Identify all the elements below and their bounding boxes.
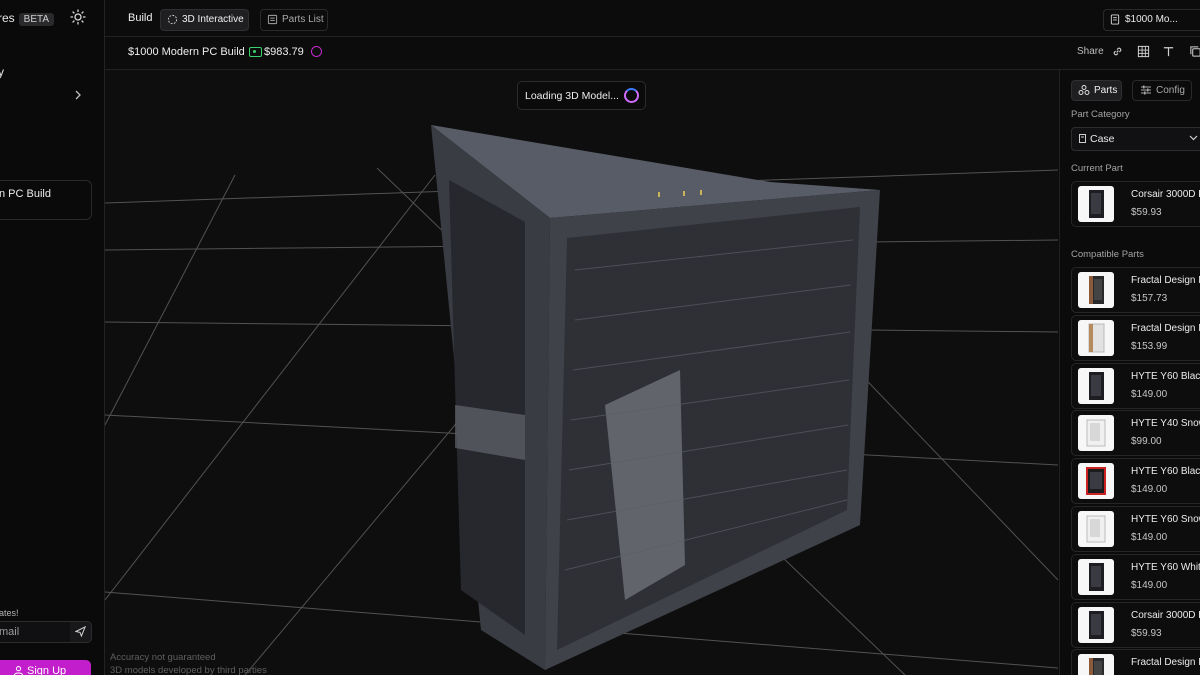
parts-icon <box>1078 85 1090 95</box>
compatible-part-card[interactable]: HYTE Y60 Black $149.00 <box>1071 362 1200 409</box>
part-name: HYTE Y60 White <box>1131 561 1200 573</box>
compatibility-check-icon[interactable] <box>311 46 322 57</box>
case-icon <box>1079 134 1086 143</box>
part-price: $99.00 <box>1131 436 1162 448</box>
part-thumbnail <box>1078 186 1114 222</box>
sign-up-button[interactable]: Sign Up <box>0 660 91 675</box>
part-name: Fractal Design N <box>1131 322 1200 334</box>
updates-label: dates! <box>0 608 19 618</box>
3d-viewport[interactable]: Loading 3D Model... Accuracy not guarant… <box>105 70 1058 675</box>
part-thumbnail <box>1078 415 1114 452</box>
sliders-icon <box>1141 85 1151 95</box>
copy-icon[interactable] <box>1189 45 1200 58</box>
build-title: $1000 Modern PC Build <box>128 46 245 58</box>
document-icon <box>1110 14 1120 25</box>
compatible-part-card[interactable]: Corsair 3000D R $59.93 <box>1071 601 1200 648</box>
tab-parts-label: Parts List <box>282 14 324 25</box>
compatible-part-card[interactable]: HYTE Y60 Snow $149.00 <box>1071 506 1200 552</box>
compatible-part-card[interactable]: Fractal Design N <box>1071 649 1200 675</box>
pc-case-model[interactable] <box>431 125 880 670</box>
loading-indicator: Loading 3D Model... <box>517 81 646 110</box>
user-icon <box>13 666 24 675</box>
part-thumbnail <box>1078 319 1114 356</box>
brand[interactable]: resBETA <box>0 11 55 26</box>
send-icon <box>75 626 86 637</box>
sign-up-label: Sign Up <box>27 665 67 675</box>
part-thumbnail <box>1078 272 1114 308</box>
part-price: $149.00 <box>1131 579 1168 591</box>
tab-3d-label: 3D Interactive <box>182 14 244 25</box>
tab-config-label: Config <box>1156 85 1185 96</box>
chevron-right-icon[interactable] <box>72 88 84 102</box>
part-name: Corsair 3000D R <box>1131 189 1200 200</box>
build-label[interactable]: Build <box>128 12 152 24</box>
tab-3d-interactive[interactable]: 3D Interactive <box>160 9 249 31</box>
part-price: $149.00 <box>1131 388 1168 400</box>
part-category-select[interactable]: Case <box>1071 127 1200 151</box>
email-field[interactable]: mail <box>0 621 72 643</box>
tab-parts-label: Parts <box>1094 85 1118 96</box>
saved-build-name: n PC Build <box>0 188 51 200</box>
part-price: $59.93 <box>1131 627 1162 639</box>
part-category-label: Part Category <box>1071 109 1130 120</box>
saved-build-card[interactable]: n PC Build <box>0 180 92 220</box>
compatible-parts-label: Compatible Parts <box>1071 249 1144 260</box>
part-category-value: Case <box>1090 133 1115 145</box>
3d-scene[interactable] <box>105 70 1058 675</box>
part-name: Corsair 3000D R <box>1131 609 1200 621</box>
compatible-part-card[interactable]: HYTE Y40 Snow $99.00 <box>1071 410 1200 457</box>
spinner-icon <box>624 88 639 103</box>
money-icon <box>249 47 262 57</box>
compatible-part-card[interactable]: HYTE Y60 White $149.00 <box>1071 553 1200 600</box>
email-placeholder: mail <box>0 626 20 638</box>
build-select[interactable]: $1000 Mo... <box>1103 9 1200 31</box>
compatible-part-card[interactable]: HYTE Y60 Black $149.00 <box>1071 458 1200 505</box>
part-price: $59.93 <box>1131 207 1162 218</box>
parts-panel: Parts Config Part Category Case Current … <box>1059 70 1200 675</box>
part-thumbnail <box>1078 558 1114 595</box>
part-price: $149.00 <box>1131 532 1168 543</box>
part-thumbnail <box>1078 367 1114 404</box>
compatible-part-card[interactable]: Fractal Design N $153.99 <box>1071 314 1200 361</box>
part-thumbnail <box>1078 463 1114 500</box>
text-icon[interactable] <box>1162 45 1175 58</box>
part-name: HYTE Y40 Snow <box>1131 418 1200 430</box>
part-thumbnail <box>1078 654 1114 675</box>
part-price: $149.00 <box>1131 484 1168 496</box>
accuracy-disclaimer: Accuracy not guaranteed <box>110 652 216 663</box>
sidebar: resBETA ry s n PC Build dates! mail Sign… <box>0 0 105 675</box>
part-name: HYTE Y60 Snow <box>1131 514 1200 525</box>
tab-parts[interactable]: Parts <box>1071 80 1122 101</box>
build-select-value: $1000 Mo... <box>1125 14 1178 25</box>
tab-config[interactable]: Config <box>1132 80 1192 101</box>
share-label: Share <box>1077 46 1104 57</box>
part-name: Fractal Design N <box>1131 275 1200 286</box>
send-button[interactable] <box>70 621 92 643</box>
link-icon[interactable] <box>1111 45 1124 58</box>
loading-text: Loading 3D Model... <box>525 90 619 102</box>
list-icon <box>267 14 278 25</box>
part-name: HYTE Y60 Black <box>1131 370 1200 382</box>
top-bar: Build 3D Interactive Parts List $1000 Mo… <box>105 0 1200 37</box>
current-part-label: Current Part <box>1071 163 1123 174</box>
brand-name: res <box>0 11 15 25</box>
part-price: $153.99 <box>1131 340 1168 352</box>
models-disclaimer: 3D models developed by third parties <box>110 665 267 675</box>
compatible-part-card[interactable]: Fractal Design N $157.73 <box>1071 267 1200 313</box>
total-price: $983.79 <box>264 46 304 58</box>
theme-toggle-icon[interactable] <box>70 9 86 25</box>
part-price: $157.73 <box>1131 293 1168 304</box>
chevron-down-icon <box>1189 135 1198 141</box>
cube-icon <box>167 14 178 25</box>
part-thumbnail <box>1078 606 1114 643</box>
current-part-card[interactable]: Corsair 3000D R $59.93 <box>1071 181 1200 227</box>
build-header: $1000 Modern PC Build $983.79 Share <box>105 37 1200 70</box>
part-name: HYTE Y60 Black <box>1131 466 1200 478</box>
part-thumbnail <box>1078 511 1114 547</box>
table-icon[interactable] <box>1137 45 1150 58</box>
sidebar-item-history[interactable]: ry <box>0 65 4 79</box>
beta-badge: BETA <box>18 13 55 26</box>
tab-parts-list[interactable]: Parts List <box>260 9 328 31</box>
part-name: Fractal Design N <box>1131 657 1200 669</box>
